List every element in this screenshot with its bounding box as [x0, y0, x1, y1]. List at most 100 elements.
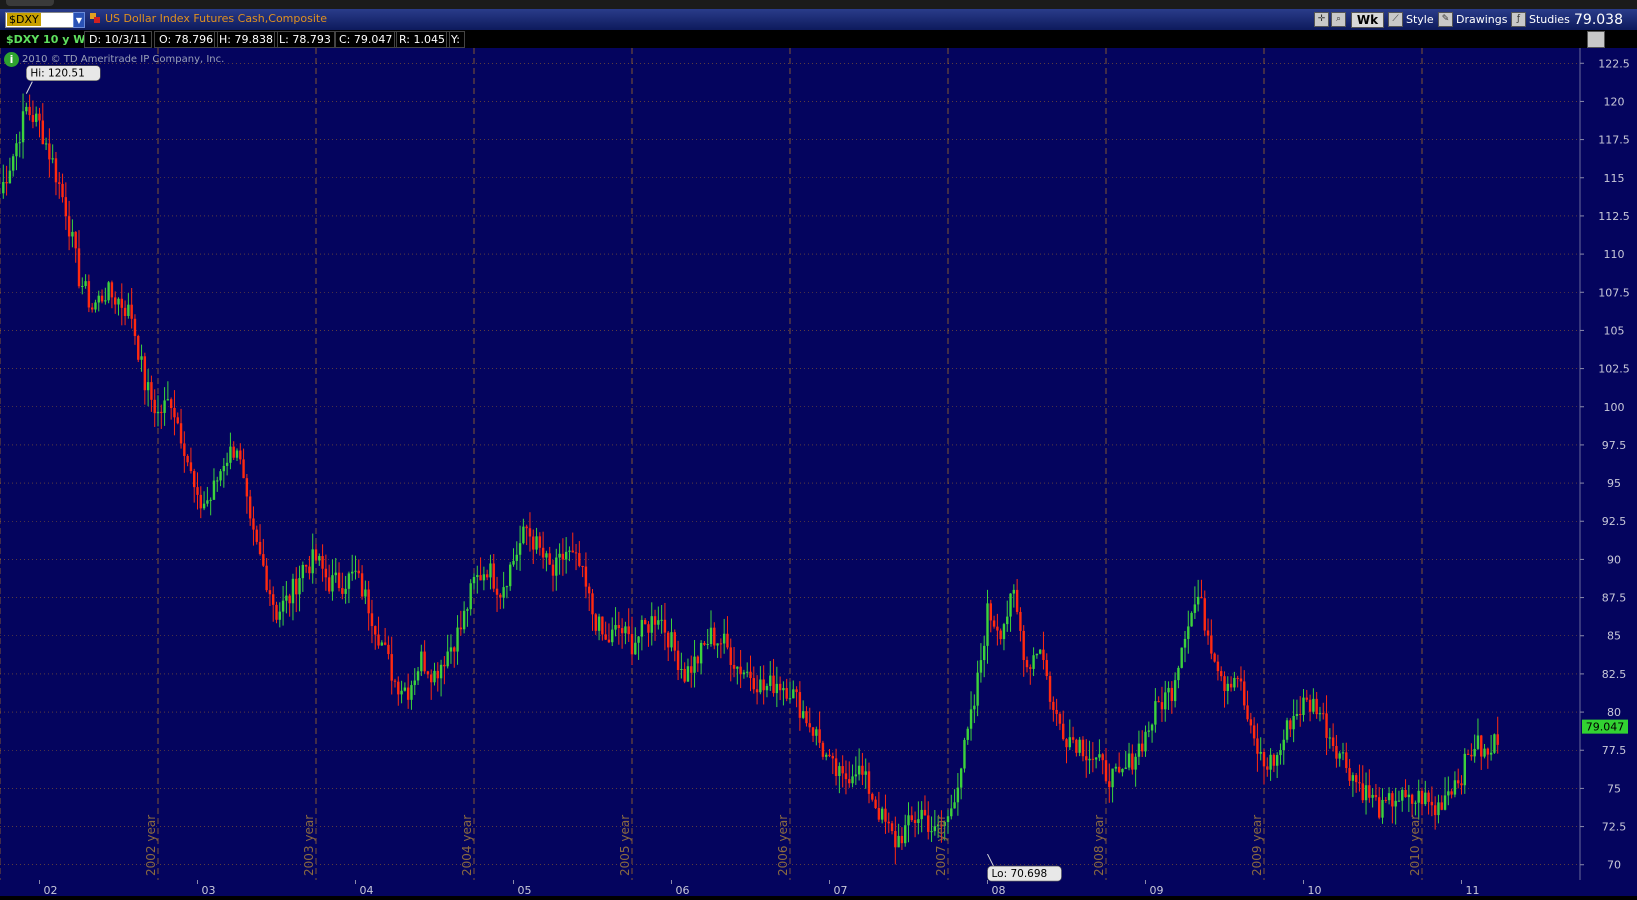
candle-down-body [690, 666, 693, 673]
candle-down-body [1289, 720, 1292, 730]
candle-down-body [772, 675, 775, 694]
studies-icon[interactable]: ƒ [1511, 12, 1526, 27]
candle-down-body [923, 809, 927, 816]
candle-down-body [713, 627, 716, 646]
candle-up-body [815, 729, 818, 736]
candle-down-body [607, 639, 611, 643]
candle-up-body [489, 563, 492, 578]
candle-up-body [1006, 616, 1009, 625]
window-tab[interactable] [6, 0, 54, 6]
year-label: 2005 year [618, 815, 632, 876]
candle-down-body [1427, 792, 1430, 802]
chart-area[interactable]: 122.5 120 117.5 115 112.5 110 107.5 105 102.5 100… [0, 48, 1637, 897]
zoom-icon[interactable]: ⌕ [1331, 12, 1346, 27]
candle-down-body [495, 588, 499, 595]
candle-down-body [1358, 782, 1361, 784]
candle-down-body [479, 575, 482, 581]
candle-up-body [71, 231, 74, 237]
symbol-period-label[interactable]: $DXY 10 y W [6, 31, 85, 48]
candle-down-body [732, 664, 736, 669]
info-icon[interactable]: i [4, 52, 19, 67]
candle-down-body [374, 626, 377, 635]
candle-up-body [973, 705, 976, 710]
candle-up-body [788, 698, 792, 700]
candle-up-body [657, 620, 660, 625]
link-icon[interactable] [90, 13, 100, 23]
candle-up-body [953, 802, 956, 809]
candle-up-body [1292, 715, 1295, 730]
candle-up-body [1009, 593, 1012, 617]
candle-down-body [818, 729, 821, 743]
candle-up-body [505, 586, 509, 588]
timeframe-button[interactable]: Wk [1351, 12, 1384, 28]
candle-down-body [1420, 790, 1424, 805]
drawings-icon[interactable]: ✎ [1438, 12, 1453, 27]
candle-down-body [1091, 758, 1095, 760]
candle-up-body [857, 765, 861, 775]
x-tick-label: 11 [1466, 884, 1480, 896]
candle-up-body [515, 554, 518, 561]
candle-up-body [611, 629, 614, 643]
candle-down-body [367, 589, 370, 614]
candle-down-body [541, 547, 545, 558]
y-tick-label: 92.5 [1602, 515, 1627, 528]
candle-down-body [1058, 713, 1062, 724]
candle-up-body [1144, 731, 1147, 752]
candle-down-body [1085, 756, 1088, 761]
candle-down-body [1404, 789, 1407, 798]
candle-up-body [1381, 799, 1384, 818]
candle-down-body [239, 450, 242, 460]
candle-up-body [709, 627, 713, 645]
candle-up-body [950, 808, 953, 817]
candle-down-body [1391, 793, 1394, 807]
symbol-input[interactable]: $DXY [5, 12, 74, 28]
candle-down-body [377, 634, 380, 646]
candle-down-body [1117, 766, 1121, 773]
candle-down-body [999, 630, 1002, 640]
candle-up-body [1285, 720, 1289, 740]
info-range: R: 1.045 [394, 31, 450, 48]
x-tick-label: 02 [44, 884, 58, 896]
candle-up-body [1127, 753, 1131, 768]
candlestick-chart[interactable]: 122.5120117.5115112.5110107.5105102.5100… [0, 48, 1637, 897]
candle-up-body [364, 589, 367, 597]
candle-up-body [1476, 735, 1480, 749]
candle-down-body [1213, 653, 1216, 662]
style-button[interactable]: Style [1406, 12, 1434, 28]
crosshair-icon[interactable]: ✛ [1314, 12, 1329, 27]
symbol-dropdown-button[interactable]: ▼ [73, 12, 85, 28]
drawings-button[interactable]: Drawings [1456, 12, 1507, 28]
candle-down-body [627, 626, 630, 635]
candle-up-body [986, 603, 989, 646]
candle-down-body [1460, 783, 1463, 786]
candle-up-body [854, 774, 858, 777]
candle-up-body [680, 668, 683, 670]
candle-down-body [173, 408, 176, 418]
candle-up-body [1035, 653, 1039, 656]
candle-down-body [900, 835, 904, 844]
candle-up-body [18, 142, 21, 144]
candle-down-body [1062, 723, 1065, 740]
candle-up-body [104, 300, 107, 302]
candle-down-body [268, 590, 272, 595]
candle-up-body [127, 304, 130, 316]
candle-down-body [370, 613, 374, 627]
candle-down-body [1108, 781, 1111, 788]
chart-mode-button[interactable] [1587, 31, 1605, 48]
candle-up-body [209, 499, 212, 501]
candle-up-body [202, 503, 206, 509]
candle-up-body [1401, 789, 1404, 801]
candle-up-body [318, 556, 321, 561]
candle-down-body [196, 487, 199, 495]
candle-down-body [1374, 794, 1378, 798]
candle-up-body [1407, 794, 1411, 798]
candle-up-body [851, 776, 854, 784]
candle-up-body [225, 462, 229, 466]
candle-down-body [183, 443, 186, 456]
candle-down-body [337, 572, 341, 589]
candle-down-body [528, 528, 532, 537]
style-icon[interactable]: ⟋ [1388, 12, 1403, 27]
studies-button[interactable]: Studies [1529, 12, 1570, 28]
candle-down-body [485, 574, 489, 578]
candle-down-body [232, 446, 235, 458]
